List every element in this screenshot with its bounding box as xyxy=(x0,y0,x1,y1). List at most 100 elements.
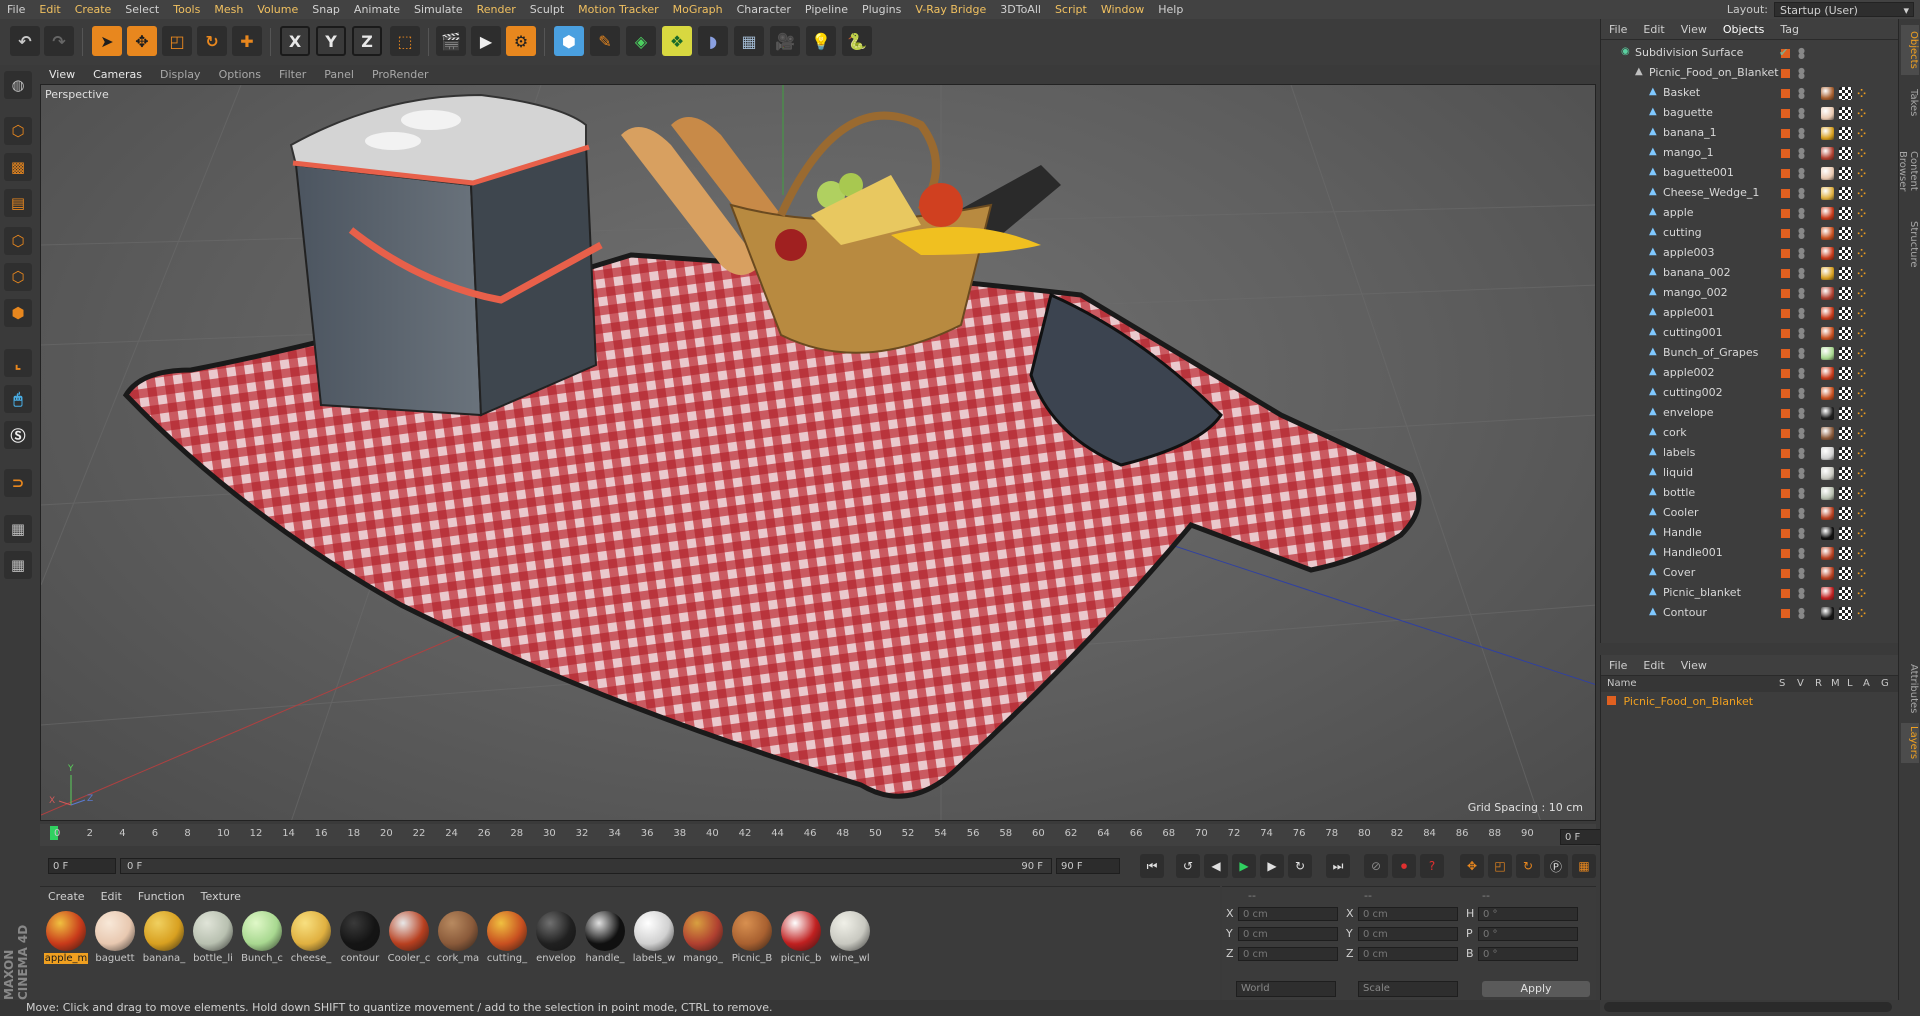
python-button[interactable]: 🐍 xyxy=(842,26,872,56)
menu-edit[interactable]: Edit xyxy=(32,0,67,19)
workplane-mode-button[interactable]: ▤ xyxy=(4,189,32,217)
next-key-button[interactable]: ↻ xyxy=(1288,854,1312,878)
material-menu-texture[interactable]: Texture xyxy=(193,890,249,903)
uvw-tag-icon[interactable] xyxy=(1839,427,1852,440)
uvw-tag-icon[interactable] xyxy=(1839,107,1852,120)
layer-color-icon[interactable] xyxy=(1781,329,1790,338)
visibility-dots-icon[interactable]: ● ● xyxy=(1798,587,1805,600)
uvw-tag-icon[interactable] xyxy=(1839,387,1852,400)
phong-tag-icon[interactable]: ⁘ xyxy=(1857,527,1870,540)
light-button[interactable]: 💡 xyxy=(806,26,836,56)
object-row[interactable]: ▲ cutting002 ● ● ⁘ xyxy=(1601,383,1893,403)
object-row[interactable]: ▲ cutting ● ● ⁘ xyxy=(1601,223,1893,243)
layer-color-icon[interactable] xyxy=(1781,529,1790,538)
object-row[interactable]: ▲ Handle ● ● ⁘ xyxy=(1601,523,1893,543)
edges-mode-button[interactable]: ⬡ xyxy=(4,263,32,291)
menu-v-ray-bridge[interactable]: V-Ray Bridge xyxy=(908,0,993,19)
object-row[interactable]: ◉ Subdivision Surface ● ● ✔ xyxy=(1601,43,1893,63)
material-swatch[interactable]: cutting_ xyxy=(485,911,529,964)
layer-color-icon[interactable] xyxy=(1781,269,1790,278)
key-position-button[interactable]: ✥ xyxy=(1460,854,1484,878)
phong-tag-icon[interactable]: ⁘ xyxy=(1857,247,1870,260)
menu-animate[interactable]: Animate xyxy=(347,0,407,19)
material-tag-icon[interactable] xyxy=(1821,507,1834,520)
material-tag-icon[interactable] xyxy=(1821,147,1834,160)
uvw-tag-icon[interactable] xyxy=(1839,347,1852,360)
undo-button[interactable]: ↶ xyxy=(10,26,40,56)
object-row[interactable]: ▲ Cooler ● ● ⁘ xyxy=(1601,503,1893,523)
material-tag-icon[interactable] xyxy=(1821,327,1834,340)
visibility-dots-icon[interactable]: ● ● xyxy=(1798,347,1805,360)
visibility-dots-icon[interactable]: ● ● xyxy=(1798,547,1805,560)
uvw-tag-icon[interactable] xyxy=(1839,247,1852,260)
material-tag-icon[interactable] xyxy=(1821,447,1834,460)
side-tab-takes[interactable]: Takes xyxy=(1901,83,1919,123)
visibility-dots-icon[interactable]: ● ● xyxy=(1798,407,1805,420)
visibility-dots-icon[interactable]: ● ● xyxy=(1798,367,1805,380)
side-tab-structure[interactable]: Structure xyxy=(1901,219,1919,269)
material-tag-icon[interactable] xyxy=(1821,227,1834,240)
material-tag-icon[interactable] xyxy=(1821,107,1834,120)
visibility-dots-icon[interactable]: ● ● xyxy=(1798,267,1805,280)
visibility-dots-icon[interactable]: ● ● xyxy=(1798,467,1805,480)
menu-plugins[interactable]: Plugins xyxy=(855,0,908,19)
make-editable-button[interactable]: ◍ xyxy=(4,71,32,99)
next-frame-button[interactable]: ▶ xyxy=(1260,854,1284,878)
tweak-mode-button[interactable]: 🖱 xyxy=(4,385,32,413)
layer-color-icon[interactable] xyxy=(1781,229,1790,238)
planar-workplane-button[interactable]: ▦ xyxy=(4,551,32,579)
coord-value-field[interactable]: 0 cm xyxy=(1238,927,1338,941)
phong-tag-icon[interactable]: ⁘ xyxy=(1857,507,1870,520)
uvw-tag-icon[interactable] xyxy=(1839,227,1852,240)
object-row[interactable]: ▲ mango_002 ● ● ⁘ xyxy=(1601,283,1893,303)
coord-scale-select[interactable]: Scale xyxy=(1358,981,1458,997)
object-row[interactable]: ▲ apple002 ● ● ⁘ xyxy=(1601,363,1893,383)
uvw-tag-icon[interactable] xyxy=(1839,267,1852,280)
coord-value-field[interactable]: 0 ° xyxy=(1478,927,1578,941)
material-tag-icon[interactable] xyxy=(1821,527,1834,540)
material-swatch[interactable]: baguett xyxy=(93,911,137,964)
go-to-start-button[interactable]: ⏮ xyxy=(1140,854,1164,878)
visibility-dots-icon[interactable]: ● ● xyxy=(1798,507,1805,520)
record-keys-button[interactable]: ⏺ xyxy=(1392,854,1416,878)
object-row[interactable]: ▲ cutting001 ● ● ⁘ xyxy=(1601,323,1893,343)
visibility-dots-icon[interactable]: ● ● xyxy=(1798,387,1805,400)
object-row[interactable]: ▲ Bunch_of_Grapes ● ● ⁘ xyxy=(1601,343,1893,363)
object-row[interactable]: ▲ mango_1 ● ● ⁘ xyxy=(1601,143,1893,163)
material-swatch[interactable]: banana_ xyxy=(142,911,186,964)
layer-menu-view[interactable]: View xyxy=(1673,659,1715,672)
polygons-mode-button[interactable]: ⬢ xyxy=(4,299,32,327)
visibility-dots-icon[interactable]: ● ● xyxy=(1798,327,1805,340)
material-tag-icon[interactable] xyxy=(1821,307,1834,320)
viewport-menu-prorender[interactable]: ProRender xyxy=(363,68,438,81)
material-swatch[interactable]: Bunch_c xyxy=(240,911,284,964)
phong-tag-icon[interactable]: ⁘ xyxy=(1857,207,1870,220)
material-tag-icon[interactable] xyxy=(1821,587,1834,600)
z-axis-lock-button[interactable]: Z xyxy=(352,26,382,56)
uvw-tag-icon[interactable] xyxy=(1839,287,1852,300)
menu-tools[interactable]: Tools xyxy=(166,0,207,19)
phong-tag-icon[interactable]: ⁘ xyxy=(1857,147,1870,160)
object-row[interactable]: ▲ apple003 ● ● ⁘ xyxy=(1601,243,1893,263)
object-row[interactable]: ▲ Picnic_Food_on_Blanket ● ● xyxy=(1601,63,1893,83)
move-tool-button[interactable]: ✥ xyxy=(127,26,157,56)
object-row[interactable]: ▲ baguette ● ● ⁘ xyxy=(1601,103,1893,123)
object-row[interactable]: ▲ Picnic_blanket ● ● ⁘ xyxy=(1601,583,1893,603)
layer-color-icon[interactable] xyxy=(1781,89,1790,98)
y-axis-lock-button[interactable]: Y xyxy=(316,26,346,56)
material-tag-icon[interactable] xyxy=(1821,347,1834,360)
visibility-dots-icon[interactable]: ● ● xyxy=(1798,107,1805,120)
coord-system-select[interactable]: World xyxy=(1236,981,1336,997)
layer-menu-file[interactable]: File xyxy=(1601,659,1635,672)
key-parameter-button[interactable]: Ⓟ xyxy=(1544,854,1568,878)
phong-tag-icon[interactable]: ⁘ xyxy=(1857,387,1870,400)
coord-value-field[interactable]: 0 ° xyxy=(1478,907,1578,921)
object-menu-view[interactable]: View xyxy=(1673,23,1715,36)
key-pla-button[interactable]: ▦ xyxy=(1572,854,1596,878)
uvw-tag-icon[interactable] xyxy=(1839,327,1852,340)
layer-color-icon[interactable] xyxy=(1781,589,1790,598)
uvw-tag-icon[interactable] xyxy=(1839,467,1852,480)
phong-tag-icon[interactable]: ⁘ xyxy=(1857,487,1870,500)
object-row[interactable]: ▲ banana_1 ● ● ⁘ xyxy=(1601,123,1893,143)
phong-tag-icon[interactable]: ⁘ xyxy=(1857,447,1870,460)
